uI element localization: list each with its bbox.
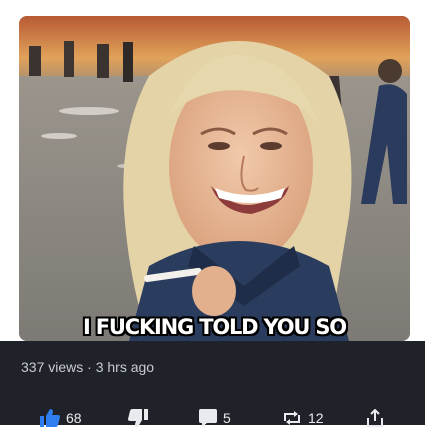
post-media-area: I FUCKING TOLD YOU SO xyxy=(0,0,425,341)
dislike-button[interactable] xyxy=(128,409,154,427)
thumbs-up-icon xyxy=(40,409,60,427)
view-count-and-time: 337 views · 3 hrs ago xyxy=(21,359,155,375)
meme-illustration xyxy=(19,16,410,341)
like-count: 68 xyxy=(66,410,82,426)
meme-image[interactable]: I FUCKING TOLD YOU SO xyxy=(19,16,410,341)
post-info-bar: 337 views · 3 hrs ago 68 5 12 xyxy=(0,341,425,427)
repost-icon xyxy=(284,411,300,425)
share-icon xyxy=(367,409,383,427)
comments-button[interactable]: 5 xyxy=(199,409,231,427)
like-button[interactable]: 68 xyxy=(40,409,82,427)
comment-count: 5 xyxy=(223,410,231,426)
repost-count: 12 xyxy=(308,410,324,426)
share-button[interactable] xyxy=(366,409,390,427)
meme-caption: I FUCKING TOLD YOU SO xyxy=(83,315,347,339)
repost-button[interactable]: 12 xyxy=(282,409,324,427)
thumbs-down-icon xyxy=(128,409,148,427)
post-actions: 68 5 12 xyxy=(0,409,425,429)
comment-icon xyxy=(199,409,217,427)
